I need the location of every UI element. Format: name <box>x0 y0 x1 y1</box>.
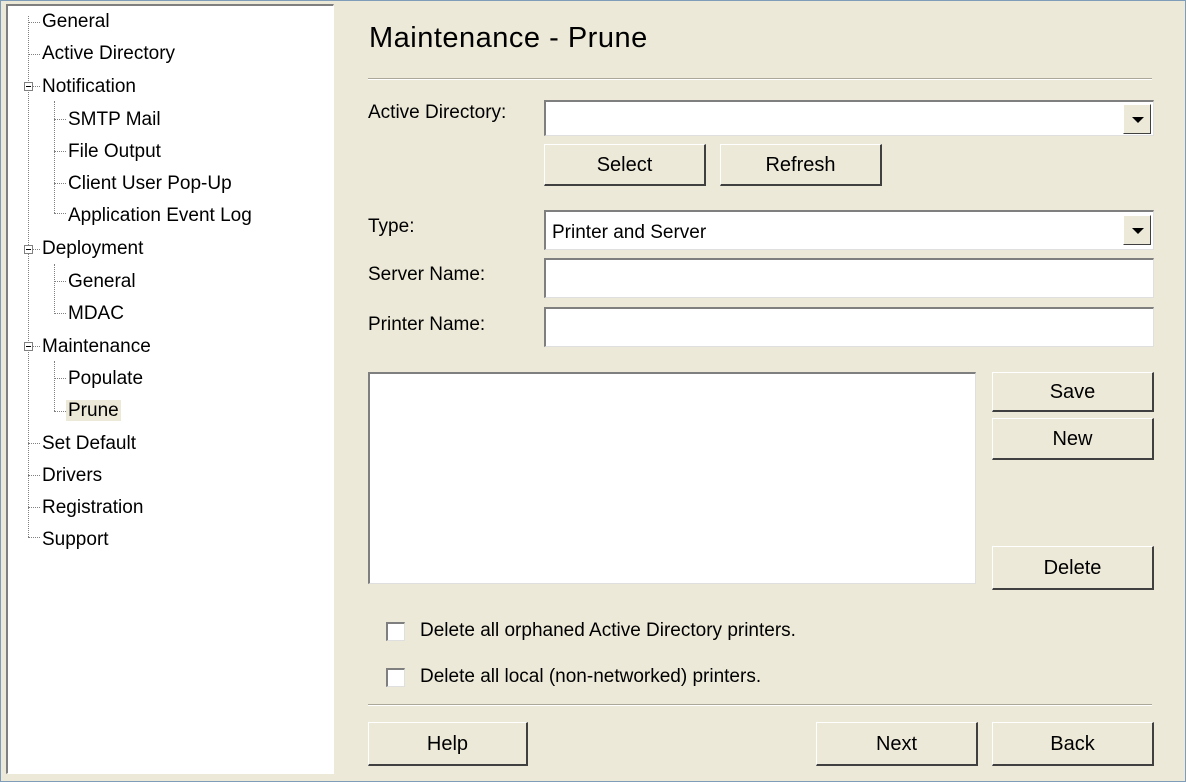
back-button[interactable]: Back <box>992 722 1154 766</box>
server-name-label: Server Name: <box>368 264 486 285</box>
title-separator <box>368 78 1152 80</box>
type-value: Printer and Server <box>552 222 707 243</box>
navigation-tree[interactable]: General Active Directory Notification SM… <box>6 4 334 774</box>
next-button-label: Next <box>875 733 918 755</box>
tree-line <box>54 264 55 314</box>
new-button[interactable]: New <box>992 418 1154 460</box>
tree-item-deployment[interactable]: Deployment <box>40 233 145 263</box>
delete-button[interactable]: Delete <box>992 546 1154 590</box>
server-name-input[interactable] <box>544 258 1154 298</box>
tree-line <box>54 361 55 411</box>
tree-item-active-directory[interactable]: Active Directory <box>40 38 177 68</box>
select-button[interactable]: Select <box>544 144 706 186</box>
tree-item-deployment-general[interactable]: General <box>66 266 138 296</box>
dropdown-arrow-icon[interactable] <box>1123 215 1151 245</box>
collapse-icon[interactable] <box>24 82 33 91</box>
help-button-label: Help <box>426 733 469 755</box>
type-combobox[interactable]: Printer and Server <box>544 210 1154 250</box>
printer-name-input[interactable] <box>544 307 1154 347</box>
tree-item-maintenance[interactable]: Maintenance <box>40 331 153 361</box>
refresh-button[interactable]: Refresh <box>720 144 882 186</box>
tree-line <box>54 101 55 213</box>
tree-item-general[interactable]: General <box>40 6 112 36</box>
tree-item-smtp-mail[interactable]: SMTP Mail <box>66 104 163 134</box>
tree-item-notification[interactable]: Notification <box>40 71 138 101</box>
delete-local-label[interactable]: Delete all local (non-networked) printer… <box>420 666 761 688</box>
tree-item-registration[interactable]: Registration <box>40 492 145 522</box>
printer-name-label: Printer Name: <box>368 314 486 335</box>
type-label: Type: <box>368 216 415 237</box>
collapse-icon[interactable] <box>24 342 33 351</box>
back-button-label: Back <box>1050 733 1095 755</box>
collapse-icon[interactable] <box>24 245 33 254</box>
dropdown-arrow-icon[interactable] <box>1123 104 1151 134</box>
delete-local-checkbox[interactable] <box>386 668 405 687</box>
delete-orphaned-label[interactable]: Delete all orphaned Active Directory pri… <box>420 620 796 642</box>
active-directory-label: Active Directory: <box>368 102 507 123</box>
footer-separator <box>368 704 1152 706</box>
prune-list[interactable] <box>368 372 976 584</box>
save-button-label: Save <box>1049 381 1096 403</box>
select-button-label: Select <box>596 154 653 176</box>
tree-item-client-user-popup[interactable]: Client User Pop-Up <box>66 168 234 198</box>
tree-item-set-default[interactable]: Set Default <box>40 428 138 458</box>
tree-line <box>28 16 29 537</box>
tree-item-application-event-log[interactable]: Application Event Log <box>66 200 254 230</box>
refresh-button-label: Refresh <box>765 154 836 176</box>
active-directory-combobox[interactable] <box>544 100 1154 136</box>
delete-button-label: Delete <box>1043 557 1102 579</box>
tree-item-support[interactable]: Support <box>40 524 111 554</box>
new-button-label: New <box>1052 428 1093 450</box>
page-title: Maintenance - Prune <box>369 22 648 54</box>
save-button[interactable]: Save <box>992 372 1154 412</box>
next-button[interactable]: Next <box>816 722 978 766</box>
tree-item-drivers[interactable]: Drivers <box>40 460 104 490</box>
help-button[interactable]: Help <box>368 722 528 766</box>
tree-item-prune[interactable]: Prune <box>66 395 121 425</box>
tree-item-populate[interactable]: Populate <box>66 363 145 393</box>
delete-orphaned-checkbox[interactable] <box>386 622 405 641</box>
tree-item-file-output[interactable]: File Output <box>66 136 163 166</box>
tree-item-mdac[interactable]: MDAC <box>66 298 126 328</box>
